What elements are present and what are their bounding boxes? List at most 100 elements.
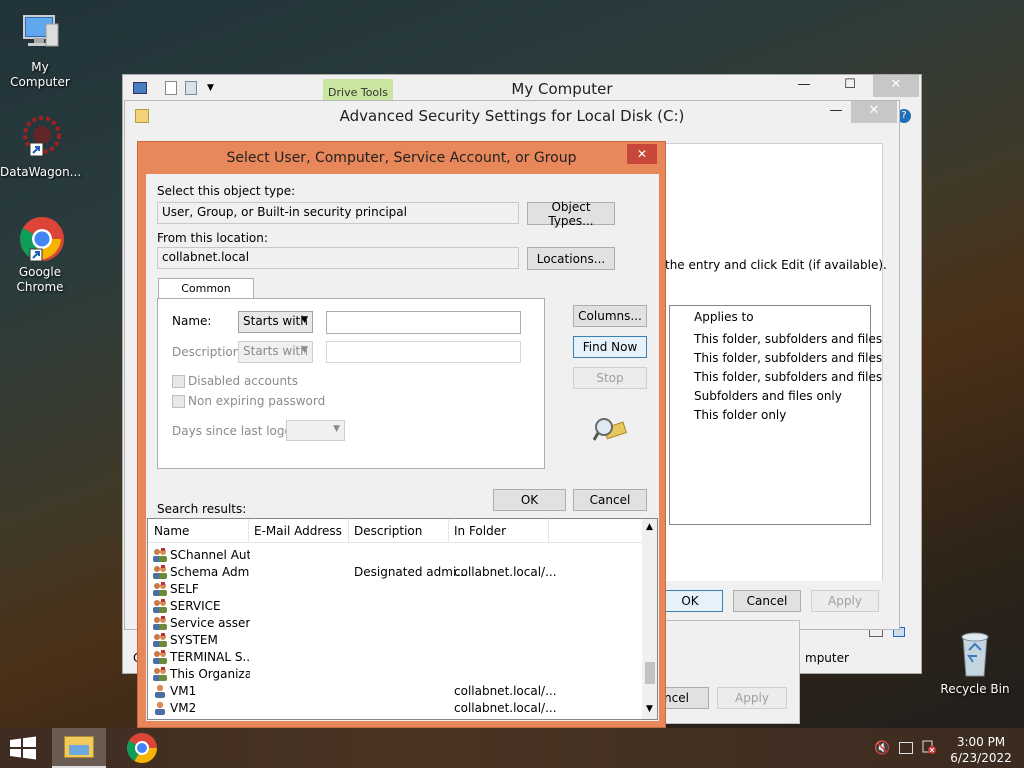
properties-apply-button[interactable]: Apply: [717, 687, 787, 709]
group-icon: [152, 565, 168, 580]
common-queries-panel: Name: Starts with ▼ Description: Starts w…: [157, 298, 545, 469]
table-row[interactable]: SERVICE: [148, 598, 628, 615]
group-icon: [152, 599, 168, 614]
quick-access-dropdown-icon[interactable]: ▼: [207, 83, 214, 93]
name-mode-select[interactable]: Starts with ▼: [238, 311, 313, 333]
select-dialog-close-button[interactable]: ✕: [627, 144, 657, 164]
days-since-logon-select[interactable]: ▼: [286, 420, 345, 441]
location-field: collabnet.local: [157, 247, 519, 269]
quick-access-rename-icon[interactable]: [185, 81, 197, 95]
volume-muted-icon[interactable]: 🔇: [874, 741, 890, 756]
non-expiring-password-checkbox[interactable]: [172, 395, 185, 408]
row-name: Service assert...: [170, 616, 250, 630]
explorer-maximize-button[interactable]: ☐: [827, 75, 873, 97]
column-header-in-folder[interactable]: In Folder: [454, 524, 506, 538]
scroll-down-icon[interactable]: ▼: [646, 704, 653, 714]
properties-cancel-button[interactable]: ncel: [661, 687, 709, 709]
scroll-thumb[interactable]: [645, 662, 655, 684]
table-row[interactable]: SELF: [148, 581, 628, 598]
desktop-icon-my-computer[interactable]: My Computer: [0, 10, 80, 90]
user-icon: [152, 701, 168, 716]
start-button[interactable]: [8, 736, 40, 760]
security-info-panel: [659, 143, 883, 243]
explorer-title: My Computer: [511, 80, 613, 98]
applies-to-cell[interactable]: This folder, subfolders and files: [694, 332, 882, 346]
name-label: Name:: [172, 314, 212, 328]
taskbar-explorer-button[interactable]: [52, 728, 106, 768]
row-name: SYSTEM: [170, 633, 218, 647]
permission-entries-list[interactable]: Applies to This folder, subfolders and f…: [669, 305, 882, 525]
object-type-field: User, Group, or Built-in security princi…: [157, 202, 519, 224]
row-name: Schema Admins: [170, 565, 250, 579]
applies-to-header[interactable]: Applies to: [694, 310, 754, 324]
security-cancel-button[interactable]: Cancel: [733, 590, 801, 612]
name-input[interactable]: [326, 311, 521, 334]
explorer-minimize-button[interactable]: —: [781, 75, 827, 97]
clock-time: 3:00 PM: [956, 735, 1006, 749]
object-types-button[interactable]: Object Types...: [527, 200, 615, 228]
table-row[interactable]: SYSTEM: [148, 632, 628, 649]
security-apply-button[interactable]: Apply: [811, 590, 879, 612]
chevron-down-icon: ▼: [333, 424, 340, 434]
description-input[interactable]: [326, 341, 521, 363]
locations-button[interactable]: Locations...: [527, 247, 615, 270]
applies-to-cell[interactable]: This folder, subfolders and files: [694, 351, 882, 365]
desktop-icon-datawagon[interactable]: DataWagon...: [0, 115, 81, 180]
description-mode-select[interactable]: Starts with ▼: [238, 341, 313, 363]
table-row[interactable]: SChannel Aut...: [148, 547, 628, 564]
select-dialog-body: Select this object type: User, Group, or…: [146, 174, 659, 721]
table-row[interactable]: Service assert...: [148, 615, 628, 632]
desktop-icon-label: My Computer: [10, 60, 70, 89]
column-header-email[interactable]: E-Mail Address: [254, 524, 342, 538]
chrome-icon: [16, 215, 64, 263]
action-center-icon[interactable]: [922, 740, 936, 754]
scroll-up-icon[interactable]: ▲: [646, 522, 653, 532]
search-results-list[interactable]: Name E-Mail Address Description In Folde…: [147, 518, 658, 720]
table-row[interactable]: VM1 collabnet.local/...: [148, 683, 628, 700]
cancel-button[interactable]: Cancel: [573, 489, 647, 511]
table-row[interactable]: VM2 collabnet.local/...: [148, 700, 628, 717]
clock[interactable]: 3:00 PM 6/23/2022: [946, 734, 1016, 766]
days-since-logon-label: Days since last logon:: [172, 424, 304, 438]
chevron-down-icon: ▼: [301, 315, 308, 325]
datawagon-icon: [16, 115, 64, 163]
security-close-button[interactable]: ✕: [851, 101, 897, 123]
magnifier-search-icon: [592, 416, 629, 447]
chrome-icon: [126, 733, 157, 764]
column-header-description[interactable]: Description: [354, 524, 422, 538]
find-now-button[interactable]: Find Now: [573, 336, 647, 358]
disabled-accounts-checkbox[interactable]: [172, 375, 185, 388]
columns-button[interactable]: Columns...: [573, 305, 647, 327]
advanced-security-title: Advanced Security Settings for Local Dis…: [339, 107, 685, 125]
quick-access-newfolder-icon[interactable]: [165, 81, 177, 95]
security-ok-button[interactable]: OK: [657, 590, 723, 612]
network-icon[interactable]: [899, 742, 913, 754]
tab-common-queries[interactable]: Common Queries: [158, 278, 254, 315]
table-row[interactable]: TERMINAL S...: [148, 649, 628, 666]
taskbar-chrome-button[interactable]: [126, 732, 158, 764]
applies-to-cell[interactable]: Subfolders and files only: [694, 389, 842, 403]
applies-to-cell[interactable]: This folder only: [694, 408, 786, 422]
row-name: SChannel Aut...: [170, 548, 250, 562]
explorer-close-button[interactable]: ✕: [873, 75, 919, 97]
description-label: Description:: [172, 345, 245, 359]
quick-access-properties-icon[interactable]: [133, 82, 147, 94]
desktop-icon-label: Google Chrome: [16, 265, 64, 294]
table-row[interactable]: Schema Admins Designated admi...collabnet…: [148, 564, 628, 581]
row-name: VM1: [170, 684, 197, 698]
desktop-icon-recycle-bin[interactable]: Recycle Bin: [935, 630, 1015, 697]
results-rows: SChannel Aut... Schema Admins Designated a…: [148, 543, 642, 719]
desktop-icon-label: Recycle Bin: [940, 682, 1010, 696]
applies-to-cell[interactable]: This folder, subfolders and files: [694, 370, 882, 384]
non-expiring-password-label: Non expiring password: [188, 394, 326, 408]
group-icon: [152, 633, 168, 648]
column-header-name[interactable]: Name: [154, 524, 189, 538]
results-scrollbar[interactable]: ▲ ▼: [642, 519, 657, 719]
recycle-bin-icon: [951, 630, 999, 680]
disabled-accounts-label: Disabled accounts: [188, 374, 299, 388]
group-icon: [152, 582, 168, 597]
table-row[interactable]: This Organiza...: [148, 666, 628, 683]
ok-button[interactable]: OK: [493, 489, 566, 511]
desktop-icon-google-chrome[interactable]: Google Chrome: [0, 215, 80, 295]
stop-button[interactable]: Stop: [573, 367, 647, 389]
